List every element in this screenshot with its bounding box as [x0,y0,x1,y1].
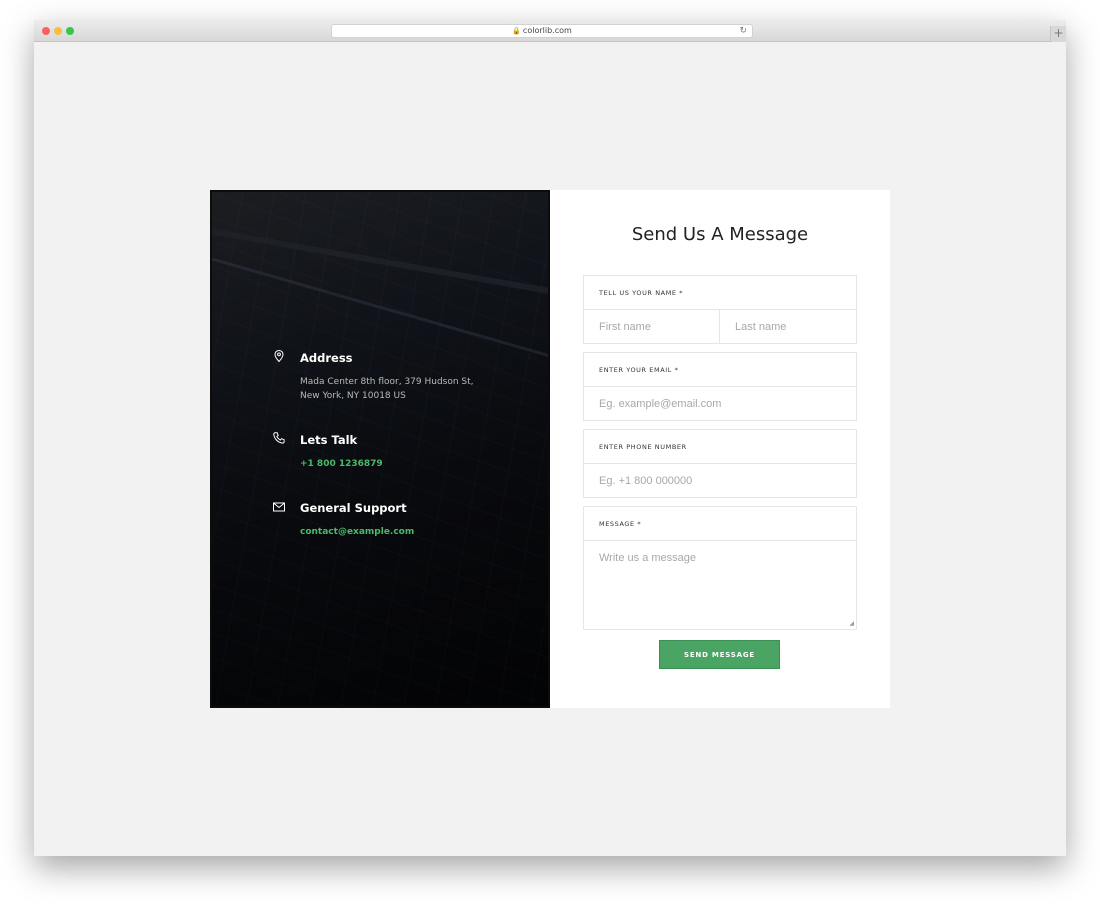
address-title: Address [300,351,353,365]
address-line-1: Mada Center 8th floor, 379 Hudson St, [300,377,474,387]
minimize-window-button[interactable] [54,27,62,35]
name-inputs [584,310,856,343]
lets-talk-title: Lets Talk [300,433,358,447]
contact-form-panel: Send Us A Message TELL US YOUR NAME * EN… [550,190,890,708]
name-label: TELL US YOUR NAME * [584,276,856,310]
new-tab-button[interactable]: + [1050,26,1066,42]
send-message-button[interactable]: SEND MESSAGE [659,640,780,669]
mail-icon [273,502,285,512]
message-textarea[interactable] [584,541,856,625]
name-field-group: TELL US YOUR NAME * [583,275,857,344]
browser-titlebar: 🔒 colorlib.com ↻ + [34,20,1066,42]
close-window-button[interactable] [42,27,50,35]
address-bar[interactable]: 🔒 colorlib.com ↻ [331,24,753,38]
email-link[interactable]: contact@example.com [300,527,414,537]
location-pin-icon [274,349,284,363]
background-beam [212,248,548,379]
phone-input[interactable] [584,464,856,497]
form-title: Send Us A Message [631,224,809,245]
contact-info-panel: Address Mada Center 8th floor, 379 Hudso… [210,190,550,708]
browser-window: 🔒 colorlib.com ↻ + Address Mada Center 8t… [34,20,1066,856]
phone-label: ENTER PHONE NUMBER [584,430,856,464]
last-name-input[interactable] [720,310,856,343]
email-label: ENTER YOUR EMAIL * [584,353,856,387]
message-field-group: MESSAGE * ◢ [583,506,857,630]
phone-link[interactable]: +1 800 1236879 [300,459,383,469]
lock-icon: 🔒 [512,27,521,35]
zoom-window-button[interactable] [66,27,74,35]
phone-field-group: ENTER PHONE NUMBER [583,429,857,498]
message-label: MESSAGE * [584,507,856,541]
email-input[interactable] [584,387,856,420]
address-bar-url: colorlib.com [522,26,572,35]
phone-icon [273,432,285,444]
contact-card: Address Mada Center 8th floor, 379 Hudso… [210,190,890,708]
address-line-2: New York, NY 10018 US [300,391,406,401]
general-support-title: General Support [300,501,407,515]
background-beam [212,222,548,308]
reload-icon[interactable]: ↻ [739,25,747,37]
first-name-input[interactable] [584,310,720,343]
resize-handle-icon[interactable]: ◢ [849,620,854,627]
email-field-group: ENTER YOUR EMAIL * [583,352,857,421]
